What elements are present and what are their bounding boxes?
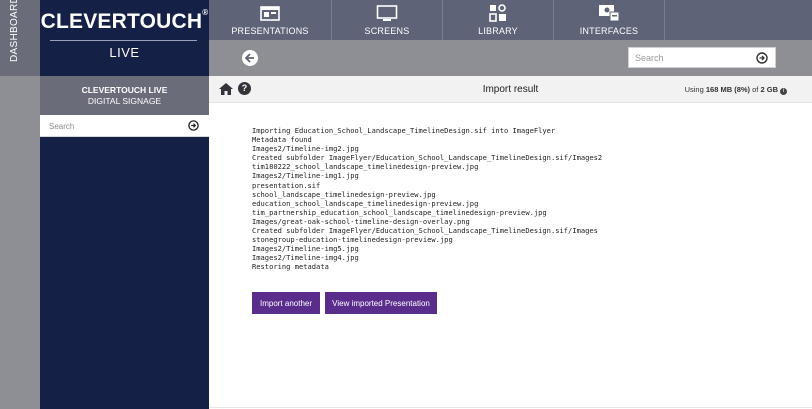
log-line: Images2/Timeline-img5.jpg (252, 244, 359, 254)
dashboard-tab[interactable] (0, 0, 40, 76)
log-line: presentation.sif (252, 180, 321, 190)
log-line: Restoring metadata (252, 262, 329, 272)
search-go-icon[interactable] (756, 52, 768, 64)
app-root: DASHBOARD CLEVERTOUCH® LIVE PRESENTATION… (0, 0, 812, 409)
log-line: stonegroup-education-timelinedesign-prev… (252, 235, 453, 245)
sidebar-search-box (40, 115, 209, 137)
top-search-box (628, 47, 776, 68)
sidebar-subtitle: DIGITAL SIGNAGE (87, 96, 162, 106)
log-line: education_school_landscape_timelinedesig… (252, 198, 479, 208)
nav-label: INTERFACES (579, 26, 639, 36)
log-line: Images/great-oak-school-timeline-design-… (252, 216, 470, 226)
nav-label: SCREENS (364, 26, 410, 36)
log-line: tim_partnership_education_school_landsca… (252, 207, 547, 217)
sidebar-header: CLEVERTOUCH LIVE DIGITAL SIGNAGE (40, 76, 209, 115)
nav-library[interactable]: LIBRARY (443, 0, 554, 40)
usage-total: 2 GB (760, 85, 778, 94)
nav-interfaces[interactable]: INTERFACES (554, 0, 665, 40)
import-another-button[interactable]: Import another (252, 292, 320, 314)
log-line: Created subfolder ImageFlyer/Education_S… (252, 226, 598, 236)
content-header: ? Import result Using 168 MB (8%) of 2 G… (209, 76, 812, 103)
usage-middle: of (750, 85, 761, 94)
monitor-icon (376, 4, 398, 22)
storage-usage: Using 168 MB (8%) of 2 GB i (685, 85, 787, 95)
log-line: Importing Education_School_Landscape_Tim… (252, 126, 556, 135)
usage-used: 168 MB (8%) (705, 85, 751, 94)
sidebar-list (40, 137, 209, 409)
log-line: Created subfolder ImageFlyer/Education_S… (252, 153, 603, 163)
log-line: Images2/Timeline-img2.jpg (252, 144, 359, 154)
log-line: tim180222_school_landscape_timelinedesig… (252, 162, 479, 172)
sidebar-title: CLEVERTOUCH LIVE (81, 85, 168, 95)
library-icon (487, 4, 509, 22)
dashboard-label[interactable]: DASHBOARD (9, 0, 20, 62)
sub-toolbar (209, 40, 812, 76)
brand-name-text: CLEVERTOUCH (40, 10, 203, 33)
import-log: Importing Education_School_Landscape_Tim… (252, 126, 792, 272)
view-imported-presentation-button[interactable]: View imported Presentation (325, 292, 437, 314)
brand-logo: CLEVERTOUCH® LIVE (40, 0, 209, 76)
sidebar-search-input[interactable] (49, 120, 179, 132)
nav-screens[interactable]: SCREENS (332, 0, 443, 40)
nav-label: PRESENTATIONS (231, 26, 309, 36)
interfaces-icon (598, 4, 620, 22)
log-line: Images2/Timeline-img1.jpg (252, 171, 359, 181)
top-nav: PRESENTATIONS SCREENS LIBRARY INTERFACES (209, 0, 812, 40)
log-line: Metadata found (252, 135, 312, 145)
info-icon[interactable]: i (780, 88, 787, 95)
brand-divider (50, 40, 197, 41)
nav-presentations[interactable]: PRESENTATIONS (209, 0, 332, 40)
top-search-input[interactable] (635, 51, 745, 65)
footer-divider (209, 407, 812, 408)
log-line: Images2/Timeline-img4.jpg (252, 253, 359, 263)
registered-mark: ® (202, 8, 209, 17)
dashboard-strip[interactable]: DASHBOARD (0, 0, 40, 409)
usage-prefix: Using (684, 85, 706, 94)
nav-label: LIBRARY (478, 26, 518, 36)
brand-name: CLEVERTOUCH® (40, 8, 209, 34)
arrow-left-icon (245, 53, 254, 63)
back-button[interactable] (242, 50, 258, 66)
log-line: school_landscape_timelinedesign-preview.… (252, 189, 436, 199)
sidebar-search-go-icon[interactable] (188, 120, 199, 131)
presentation-icon (259, 4, 281, 22)
brand-subtitle: LIVE (109, 45, 140, 60)
